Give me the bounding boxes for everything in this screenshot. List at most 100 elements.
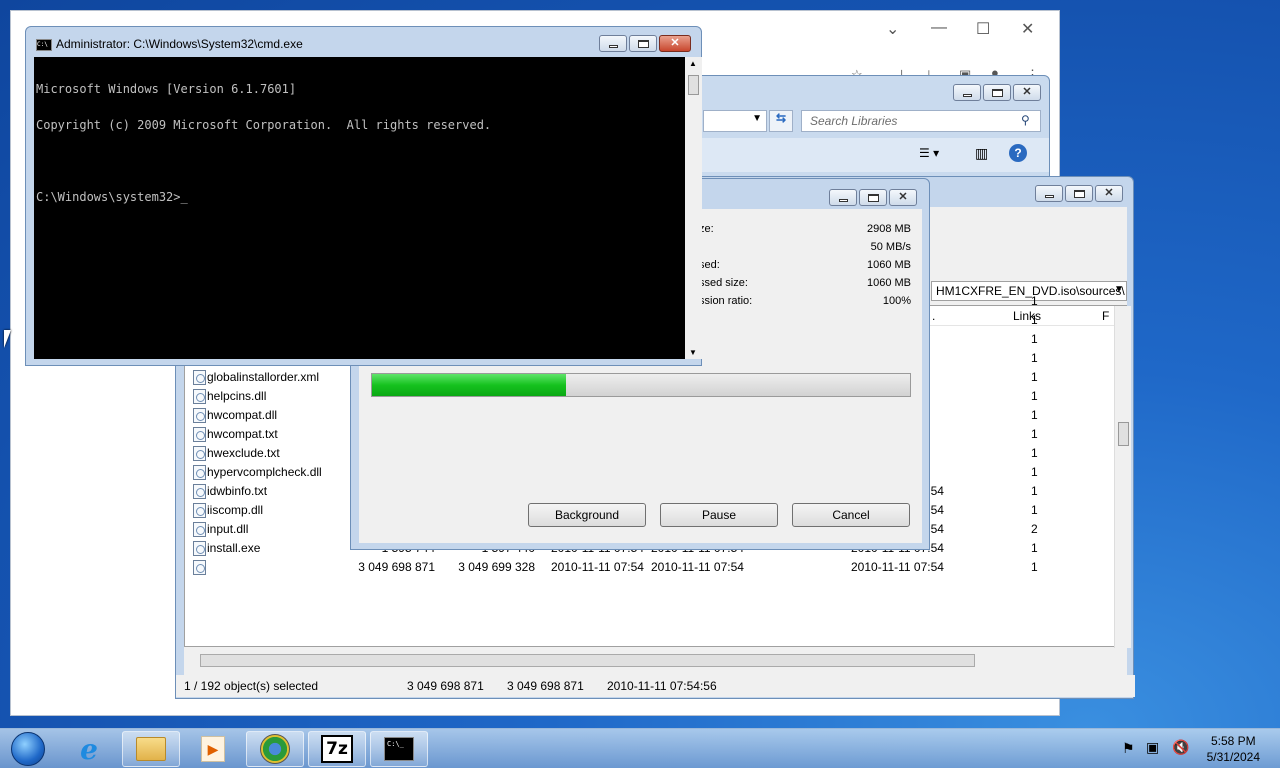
- maximize-button[interactable]: [983, 84, 1011, 101]
- minimize-button[interactable]: [829, 189, 857, 206]
- minimize-button[interactable]: [953, 84, 981, 101]
- cell-name: idwbinfo.txt: [207, 484, 268, 498]
- cmd-scroll-thumb[interactable]: [688, 75, 699, 95]
- scroll-down-icon[interactable]: ▼: [689, 348, 697, 357]
- cell-name: input.dll: [207, 522, 249, 536]
- minimize-button[interactable]: [599, 35, 627, 52]
- maximize-button[interactable]: [859, 189, 887, 206]
- console-output[interactable]: Microsoft Windows [Version 6.1.7601] Cop…: [34, 57, 685, 359]
- cell-name: hwcompat.dll: [207, 408, 278, 422]
- view-options-icon[interactable]: ☰ ▾: [919, 146, 939, 160]
- console-line: Copyright (c) 2009 Microsoft Corporation…: [36, 118, 492, 132]
- cell-name: hwexclude.txt: [207, 446, 280, 460]
- cell-name: hwcompat.txt: [207, 427, 278, 441]
- start-button[interactable]: [0, 731, 56, 767]
- taskbar-explorer[interactable]: [122, 731, 180, 767]
- cell-links: 1: [1031, 370, 1038, 384]
- help-icon[interactable]: ?: [1009, 144, 1027, 162]
- system-clock[interactable]: 5:58 PM 5/31/2024: [1207, 733, 1260, 765]
- cmd-title: Administrator: C:\Windows\System32\cmd.e…: [56, 37, 303, 51]
- cmd-window-controls: ✕: [599, 35, 691, 52]
- file-icon: [193, 370, 206, 385]
- address-bar[interactable]: ▼: [703, 110, 767, 132]
- close-button[interactable]: ✕: [1013, 84, 1041, 101]
- file-manager-window-controls: ✕: [1035, 185, 1123, 202]
- file-icon: [193, 446, 206, 461]
- close-button[interactable]: ✕: [659, 35, 691, 52]
- stat-value: 1060 MB: [866, 259, 911, 271]
- table-row[interactable]: 3 049 698 871 3 049 699 328 2010-11-11 07:…: [185, 558, 1125, 577]
- close-button[interactable]: ✕: [1095, 185, 1123, 202]
- taskbar-chrome[interactable]: [246, 731, 304, 767]
- pause-button[interactable]: Pause: [660, 503, 778, 527]
- cell-links: 1: [1031, 560, 1038, 574]
- taskbar-cmd[interactable]: C:\_: [370, 731, 428, 767]
- search-input[interactable]: Search Libraries: [801, 110, 1041, 132]
- status-bar: 1 / 192 object(s) selected 3 049 698 871…: [176, 675, 1135, 697]
- taskbar-ie[interactable]: e: [60, 731, 118, 767]
- stat-label: sed:: [699, 259, 720, 271]
- cell-name: iiscomp.dll: [207, 503, 264, 517]
- taskbar-7zip[interactable]: 7z: [308, 731, 366, 767]
- minimize-button[interactable]: [1035, 185, 1063, 202]
- cell-links: 1: [1031, 294, 1038, 308]
- cell-links: 1: [1031, 484, 1038, 498]
- stat-value: 100%: [882, 295, 911, 307]
- console-prompt: C:\Windows\system32>_: [36, 190, 188, 204]
- cell-accessed: 2010-11-11 07:54: [851, 560, 944, 574]
- cell-links: 1: [1031, 503, 1038, 517]
- chevron-down-icon[interactable]: ⌄: [886, 19, 899, 39]
- stat-label: ssion ratio:: [699, 295, 753, 307]
- background-button[interactable]: Background: [528, 503, 646, 527]
- volume-muted-icon[interactable]: 🔇: [1172, 739, 1189, 756]
- cell-name: hypervcomplcheck.dll: [207, 465, 322, 479]
- libraries-window: ✕ ▼ ⇆ Search Libraries ⚲ ☰ ▾ ▥ ?: [690, 75, 1050, 180]
- minimize-icon[interactable]: —: [931, 19, 947, 37]
- file-icon: [193, 484, 206, 499]
- h-scroll-thumb[interactable]: [200, 654, 975, 667]
- status-size: 3 049 698 871: [407, 679, 484, 693]
- cell-links: 1: [1031, 446, 1038, 460]
- libraries-window-controls: ✕: [953, 84, 1041, 101]
- mouse-cursor-icon: [4, 330, 11, 348]
- vertical-scrollbar[interactable]: [1114, 306, 1131, 648]
- cmd-app-icon: C:\: [36, 39, 52, 51]
- taskbar-media-player[interactable]: ▶: [184, 731, 242, 767]
- cell-links: 1: [1031, 351, 1038, 365]
- cancel-button[interactable]: Cancel: [792, 503, 910, 527]
- cell-name: install.exe: [207, 541, 261, 555]
- scroll-thumb[interactable]: [1118, 422, 1129, 446]
- cell-created: 2010-11-11 07:54: [651, 560, 744, 574]
- clock-date: 5/31/2024: [1206, 750, 1260, 764]
- cell-name: helpcins.dll: [207, 389, 267, 403]
- cmd-scrollbar[interactable]: ▲ ▼: [685, 57, 702, 359]
- maximize-button[interactable]: [1065, 185, 1093, 202]
- progress-bar-fill: [372, 374, 566, 396]
- console-line: Microsoft Windows [Version 6.1.7601]: [36, 82, 297, 96]
- maximize-icon[interactable]: ☐: [976, 19, 990, 39]
- cell-packed: 3 049 699 328: [458, 560, 535, 574]
- scroll-up-icon[interactable]: ▲: [689, 59, 697, 68]
- search-icon[interactable]: ⚲: [1021, 113, 1030, 127]
- cell-links: 2: [1031, 522, 1038, 536]
- stat-value: 1060 MB: [866, 277, 911, 289]
- refresh-icon[interactable]: ⇆: [769, 110, 793, 132]
- file-icon: [193, 427, 206, 442]
- network-icon[interactable]: ▣: [1146, 739, 1159, 756]
- cell-size: 3 049 698 871: [358, 560, 435, 574]
- action-center-flag-icon[interactable]: ⚑: [1122, 740, 1135, 757]
- file-icon: [193, 560, 206, 575]
- maximize-button[interactable]: [629, 35, 657, 52]
- file-icon: [193, 541, 206, 556]
- close-button[interactable]: ✕: [889, 189, 917, 206]
- file-icon: [193, 503, 206, 518]
- preview-pane-icon[interactable]: ▥: [975, 145, 988, 162]
- dropdown-arrow-icon[interactable]: ▼: [752, 113, 762, 124]
- status-packed: 3 049 698 871: [507, 679, 584, 693]
- status-selected: 1 / 192 object(s) selected: [184, 679, 319, 693]
- cell-links: 1: [1031, 408, 1038, 422]
- close-icon[interactable]: ✕: [1021, 19, 1034, 39]
- horizontal-scrollbar[interactable]: [185, 652, 1110, 669]
- cell-links: 1: [1031, 465, 1038, 479]
